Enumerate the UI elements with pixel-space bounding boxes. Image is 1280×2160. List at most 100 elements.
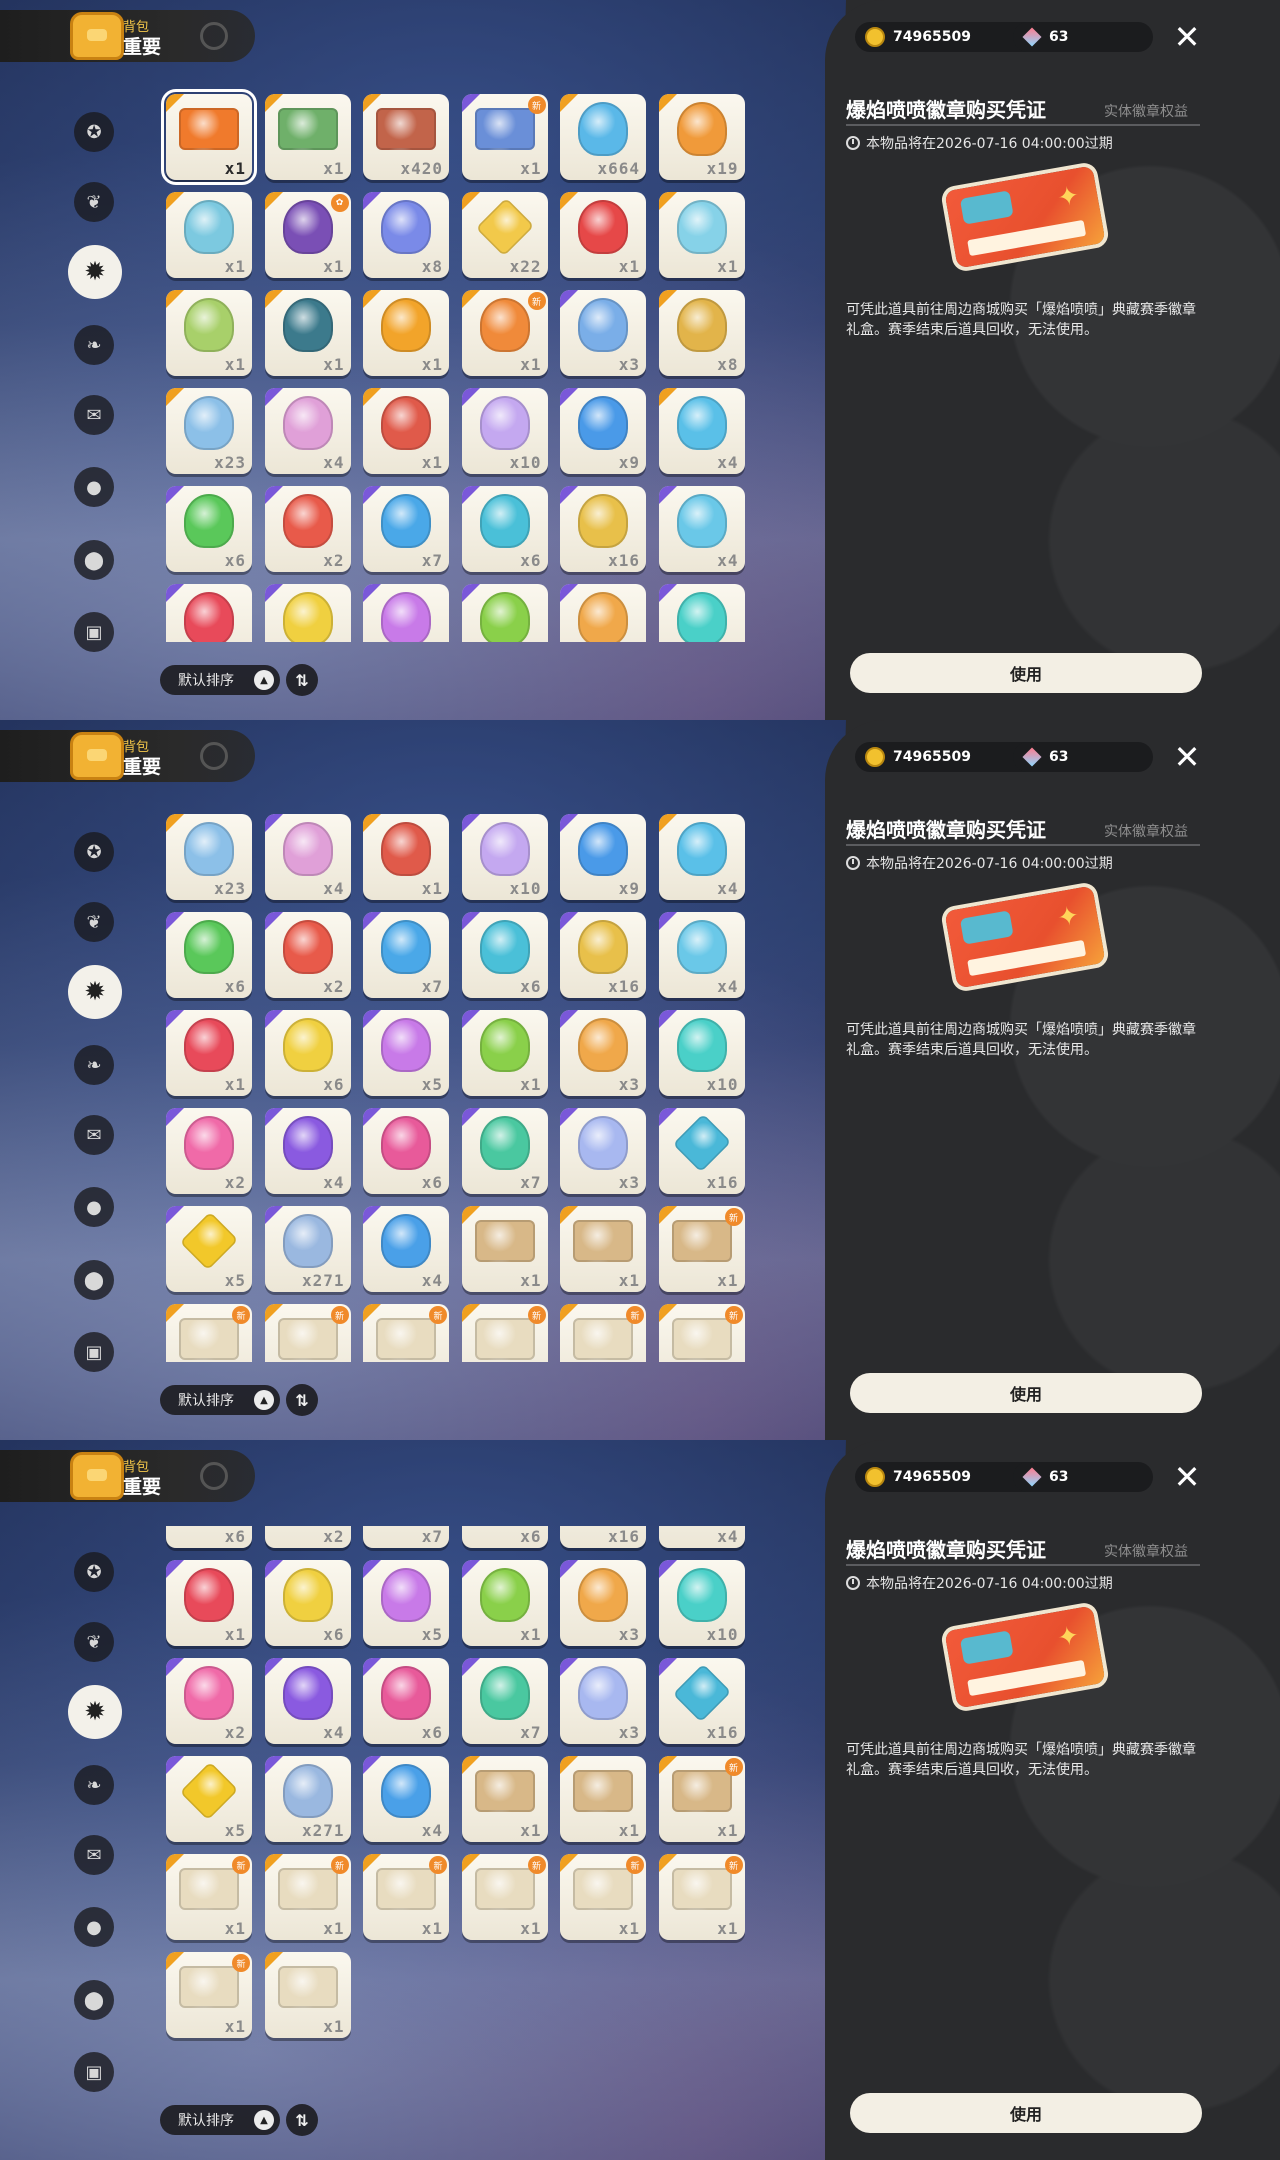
item-grid[interactable]: x1x1x420x1新x664x19x1x1✿x8x22x1x1x1x1x1x1… bbox=[160, 806, 760, 1362]
inventory-item-slot[interactable]: x6 bbox=[264, 584, 351, 642]
close-button[interactable]: ✕ bbox=[1168, 1458, 1206, 1496]
category-sprout-icon[interactable]: ❧ bbox=[74, 1765, 114, 1805]
inventory-item-slot[interactable]: x6 bbox=[264, 1560, 351, 1647]
inventory-item-slot[interactable]: x1新 bbox=[166, 1304, 252, 1362]
inventory-item-slot[interactable]: x22 bbox=[461, 192, 548, 278]
inventory-item-slot[interactable]: x19 bbox=[658, 94, 745, 180]
inventory-item-slot[interactable]: x23 bbox=[166, 814, 252, 900]
inventory-item-slot[interactable]: x1 bbox=[264, 1952, 351, 2039]
category-acorn-icon[interactable]: ⬤ bbox=[74, 1260, 114, 1300]
inventory-item-slot[interactable]: x1新 bbox=[461, 290, 548, 376]
category-chest-icon[interactable]: ▣ bbox=[74, 1332, 114, 1372]
inventory-item-slot[interactable]: x6 bbox=[166, 1526, 252, 1549]
inventory-item-slot[interactable]: x1 bbox=[166, 584, 252, 642]
inventory-item-slot[interactable]: x3 bbox=[560, 1658, 646, 1745]
close-button[interactable]: ✕ bbox=[1168, 18, 1206, 56]
inventory-item-slot[interactable]: x10 bbox=[658, 1010, 745, 1096]
use-button[interactable]: 使用 bbox=[850, 2093, 1202, 2133]
category-star-badge-icon[interactable]: ✪ bbox=[74, 1552, 114, 1592]
category-ball-icon[interactable]: ● bbox=[74, 1187, 114, 1227]
inventory-item-slot[interactable]: x1新 bbox=[363, 1304, 449, 1362]
category-leaf-icon[interactable]: ❦ bbox=[74, 902, 114, 942]
inventory-item-slot[interactable]: x1新 bbox=[264, 1304, 351, 1362]
inventory-item-slot[interactable]: x1新 bbox=[461, 94, 548, 180]
category-scroll-icon[interactable]: ✉ bbox=[74, 1835, 114, 1875]
inventory-item-slot[interactable]: x4 bbox=[363, 1206, 449, 1292]
inventory-item-slot[interactable]: x5 bbox=[166, 1756, 252, 1843]
inventory-item-slot[interactable]: x9 bbox=[560, 388, 646, 474]
inventory-item-slot[interactable]: x4 bbox=[363, 1756, 449, 1843]
category-leaf-icon[interactable]: ❦ bbox=[74, 182, 114, 222]
use-button[interactable]: 使用 bbox=[850, 653, 1202, 693]
category-star-badge-icon[interactable]: ✪ bbox=[74, 832, 114, 872]
inventory-item-slot[interactable]: x1 bbox=[161, 89, 257, 185]
category-gear-badge-icon[interactable]: ✹ bbox=[68, 965, 122, 1019]
inventory-item-slot[interactable]: x1 bbox=[560, 1756, 646, 1843]
inventory-item-slot[interactable]: x4 bbox=[658, 486, 745, 572]
inventory-item-slot[interactable]: x6 bbox=[461, 912, 548, 998]
inventory-item-slot[interactable]: x271 bbox=[264, 1756, 351, 1843]
inventory-item-slot[interactable]: x16 bbox=[560, 912, 646, 998]
category-gear-badge-icon[interactable]: ✹ bbox=[68, 1685, 122, 1739]
inventory-item-slot[interactable]: x3 bbox=[560, 584, 646, 642]
inventory-item-slot[interactable]: x2 bbox=[264, 486, 351, 572]
inventory-item-slot[interactable]: x271 bbox=[264, 1206, 351, 1292]
inventory-item-slot[interactable]: x1 bbox=[166, 290, 252, 376]
inventory-item-slot[interactable]: x1 bbox=[166, 1010, 252, 1096]
sort-order-button[interactable]: ⇅ bbox=[286, 1384, 318, 1416]
inventory-item-slot[interactable]: x6 bbox=[461, 1526, 548, 1549]
inventory-item-slot[interactable]: x1 ✿ bbox=[264, 192, 351, 278]
inventory-item-slot[interactable]: x1 bbox=[264, 290, 351, 376]
inventory-item-slot[interactable]: x1新 bbox=[461, 1304, 548, 1362]
sort-order-button[interactable]: ⇅ bbox=[286, 2104, 318, 2136]
inventory-item-slot[interactable]: x4 bbox=[264, 388, 351, 474]
sort-order-button[interactable]: ⇅ bbox=[286, 664, 318, 696]
inventory-item-slot[interactable]: x6 bbox=[363, 1108, 449, 1194]
inventory-item-slot[interactable]: x1新 bbox=[658, 1206, 745, 1292]
inventory-item-slot[interactable]: x6 bbox=[166, 486, 252, 572]
category-scroll-icon[interactable]: ✉ bbox=[74, 395, 114, 435]
inventory-item-slot[interactable]: x2 bbox=[264, 1526, 351, 1549]
inventory-item-slot[interactable]: x16 bbox=[658, 1108, 745, 1194]
inventory-item-slot[interactable]: x4 bbox=[658, 388, 745, 474]
inventory-item-slot[interactable]: x1 bbox=[560, 192, 646, 278]
inventory-item-slot[interactable]: x7 bbox=[363, 486, 449, 572]
inventory-item-slot[interactable]: x2 bbox=[166, 1108, 252, 1194]
inventory-item-slot[interactable]: x8 bbox=[658, 290, 745, 376]
category-scroll-icon[interactable]: ✉ bbox=[74, 1115, 114, 1155]
inventory-item-slot[interactable]: x1新 bbox=[658, 1304, 745, 1362]
category-gear-badge-icon[interactable]: ✹ bbox=[68, 245, 122, 299]
inventory-item-slot[interactable]: x16 bbox=[658, 1658, 745, 1745]
inventory-item-slot[interactable]: x664 bbox=[560, 94, 646, 180]
inventory-item-slot[interactable]: x420 bbox=[363, 94, 449, 180]
inventory-item-slot[interactable]: x1 bbox=[560, 1206, 646, 1292]
category-ball-icon[interactable]: ● bbox=[74, 1907, 114, 1947]
category-ball-icon[interactable]: ● bbox=[74, 467, 114, 507]
inventory-item-slot[interactable]: x7 bbox=[363, 1526, 449, 1549]
inventory-item-slot[interactable]: x3 bbox=[560, 1560, 646, 1647]
inventory-item-slot[interactable]: x3 bbox=[560, 1010, 646, 1096]
inventory-item-slot[interactable]: x1 bbox=[658, 192, 745, 278]
category-chest-icon[interactable]: ▣ bbox=[74, 612, 114, 652]
inventory-item-slot[interactable]: x1 bbox=[166, 1560, 252, 1647]
inventory-item-slot[interactable]: x1 bbox=[363, 290, 449, 376]
inventory-item-slot[interactable]: x16 bbox=[560, 486, 646, 572]
inventory-item-slot[interactable]: x4 bbox=[264, 1108, 351, 1194]
inventory-item-slot[interactable]: x10 bbox=[461, 388, 548, 474]
inventory-item-slot[interactable]: x6 bbox=[264, 1010, 351, 1096]
inventory-item-slot[interactable]: x1 bbox=[461, 1560, 548, 1647]
inventory-item-slot[interactable]: x9 bbox=[560, 814, 646, 900]
inventory-item-slot[interactable]: x1 bbox=[264, 94, 351, 180]
inventory-item-slot[interactable]: x4 bbox=[264, 1658, 351, 1745]
inventory-item-slot[interactable]: x1新 bbox=[560, 1304, 646, 1362]
inventory-item-slot[interactable]: x1 bbox=[461, 1206, 548, 1292]
inventory-item-slot[interactable]: x1新 bbox=[658, 1756, 745, 1843]
inventory-item-slot[interactable]: x10 bbox=[658, 1560, 745, 1647]
inventory-item-slot[interactable]: x5 bbox=[363, 584, 449, 642]
inventory-item-slot[interactable]: x7 bbox=[363, 912, 449, 998]
sort-dropdown[interactable]: 默认排序 ▲ bbox=[160, 1385, 280, 1415]
inventory-item-slot[interactable]: x6 bbox=[461, 486, 548, 572]
item-grid[interactable]: x1x1x420x1新x664x19x1x1✿x8x22x1x1x1x1x1x1… bbox=[160, 86, 760, 642]
inventory-item-slot[interactable]: x5 bbox=[166, 1206, 252, 1292]
category-acorn-icon[interactable]: ⬤ bbox=[74, 1980, 114, 2020]
